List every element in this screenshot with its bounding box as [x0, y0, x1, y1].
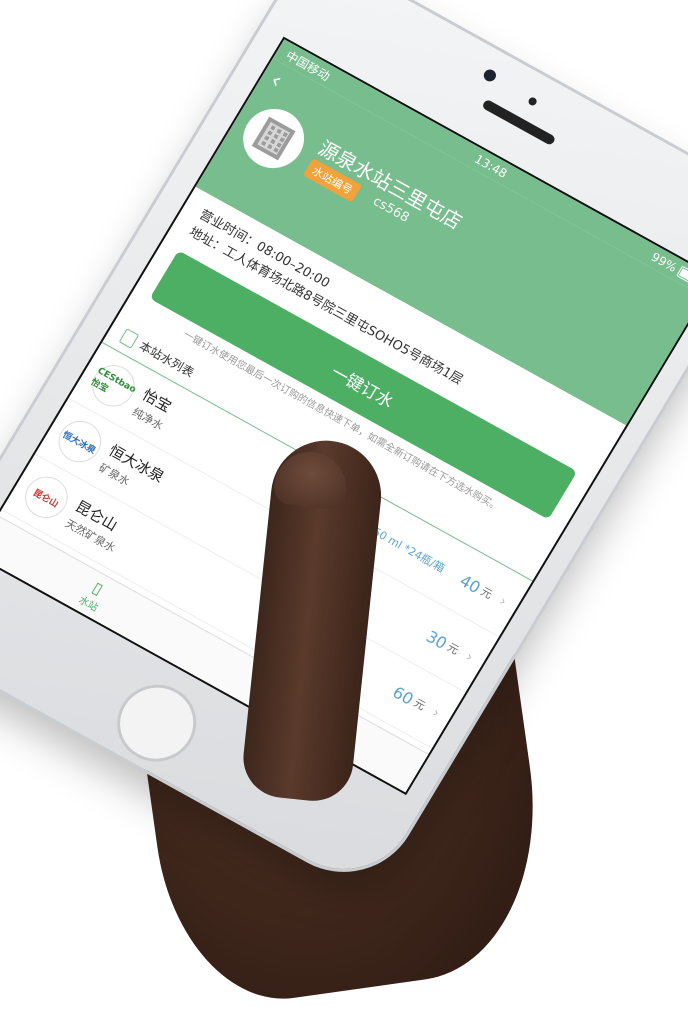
earpiece-speaker: [481, 98, 557, 147]
home-button[interactable]: [102, 670, 211, 776]
proximity-sensor: [527, 96, 539, 107]
list-icon: [118, 327, 140, 349]
brand-logo: 恒大冰泉: [52, 414, 108, 469]
station-logo: [231, 98, 316, 179]
brand-logo: 昆仑山: [18, 470, 75, 525]
front-camera: [481, 67, 499, 84]
chevron-right-icon: ›: [462, 649, 476, 666]
chevron-right-icon: ›: [429, 704, 443, 722]
brand-logo: CEStbao 怡宝: [85, 358, 142, 413]
building-icon: [251, 116, 296, 161]
chevron-right-icon: ›: [496, 593, 510, 610]
back-arrow-icon[interactable]: ‹: [266, 68, 287, 94]
